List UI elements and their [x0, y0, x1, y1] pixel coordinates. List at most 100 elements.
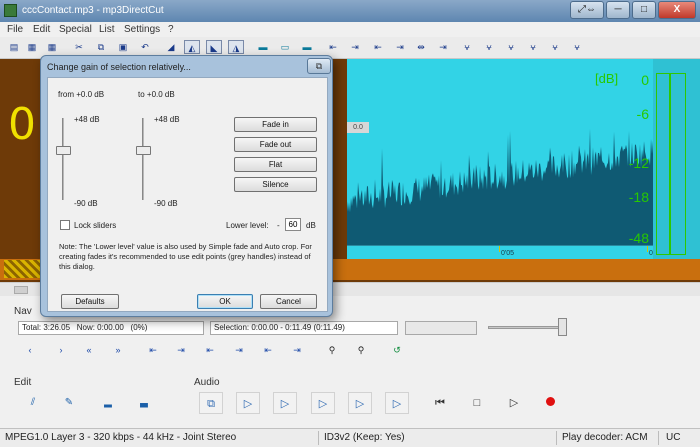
nav-forward-fast-icon[interactable]: »: [107, 342, 129, 358]
menu-settings[interactable]: Settings: [124, 24, 160, 35]
menu-edit[interactable]: Edit: [33, 24, 50, 35]
silence-button[interactable]: Silence: [234, 177, 317, 192]
edit-group-label: Edit: [14, 377, 32, 388]
playhead-marker[interactable]: 0.0: [347, 122, 369, 133]
lower-level-input[interactable]: 60: [285, 218, 301, 231]
menu-file[interactable]: File: [7, 24, 23, 35]
menu-list[interactable]: List: [99, 24, 115, 35]
marker-both-icon[interactable]: ⇹: [413, 40, 429, 54]
play-loop-sel-icon[interactable]: ⧉: [199, 392, 223, 414]
marker-in-icon[interactable]: ⇥: [347, 40, 363, 54]
goto-sel-start-icon[interactable]: ⇤: [199, 342, 221, 358]
change-gain-dialog: Change gain of selection relatively... ⧉…: [40, 55, 333, 317]
save-icon[interactable]: ▦: [24, 40, 40, 54]
close-button[interactable]: X: [658, 1, 696, 19]
edit-cut-region-icon[interactable]: ▃: [133, 394, 155, 412]
goto-next-mark-icon[interactable]: ⇥: [286, 342, 308, 358]
cancel-button[interactable]: Cancel: [260, 294, 317, 309]
cue-prev-icon[interactable]: ⩝: [503, 40, 519, 54]
play-sel-icon[interactable]: ▷: [236, 392, 260, 414]
db-label-0: 0: [641, 72, 649, 88]
edit-pen-icon[interactable]: ✎: [58, 394, 80, 412]
open-icon[interactable]: ▤: [6, 40, 22, 54]
to-slider-track[interactable]: [142, 118, 144, 200]
window-title: cccContact.mp3 - mp3DirectCut: [22, 5, 164, 16]
nav-back-icon[interactable]: ‹: [19, 342, 41, 358]
waveform-path: [347, 128, 653, 245]
fade-out-button[interactable]: Fade out: [234, 137, 317, 152]
from-slider-track[interactable]: [62, 118, 64, 200]
minimize-button[interactable]: ─: [606, 1, 630, 19]
zoom-in-icon[interactable]: ⚲: [321, 342, 343, 358]
undo-icon[interactable]: ↶: [137, 40, 153, 54]
view-wave-icon[interactable]: ▬: [255, 40, 271, 54]
volume-slider-track[interactable]: [488, 326, 566, 329]
marker-next-icon[interactable]: ⇥: [392, 40, 408, 54]
from-slider-thumb[interactable]: [56, 146, 71, 155]
cue-list-icon[interactable]: ⩝: [569, 40, 585, 54]
goto-prev-mark-icon[interactable]: ⇤: [257, 342, 279, 358]
play-from-sel-icon[interactable]: ▷: [273, 392, 297, 414]
flat-button[interactable]: Flat: [234, 157, 317, 172]
lock-sliders-checkbox[interactable]: [60, 220, 70, 230]
loop-icon[interactable]: ↺: [386, 342, 408, 358]
timeline-tick: [647, 246, 648, 252]
marker-jump-icon[interactable]: ⇥: [435, 40, 451, 54]
defaults-button[interactable]: Defaults: [61, 294, 119, 309]
total-time: Total: 3:26.05: [22, 323, 71, 332]
position-display: 0: [8, 99, 36, 150]
dialog-close-button[interactable]: ⧉: [307, 58, 331, 74]
status-bar: MPEG1.0 Layer 3 - 320 kbps - 44 kHz - Jo…: [0, 428, 700, 447]
maximize-button[interactable]: □: [632, 1, 656, 19]
view-full-icon[interactable]: ▬: [299, 40, 315, 54]
app-icon: [4, 4, 17, 17]
cue-remove-icon[interactable]: ⩝: [481, 40, 497, 54]
play-after-sel-icon[interactable]: ▷: [385, 392, 409, 414]
goto-sel-end-icon[interactable]: ⇥: [228, 342, 250, 358]
save-as-icon[interactable]: ▦: [44, 40, 60, 54]
play-to-sel-icon[interactable]: ▷: [348, 392, 372, 414]
fade-in-button[interactable]: Fade in: [234, 117, 317, 132]
menu-special[interactable]: Special: [59, 24, 92, 35]
timeline-tick: [499, 246, 500, 252]
normalize-tool-icon[interactable]: ◮: [228, 40, 244, 54]
selection-region[interactable]: [4, 260, 40, 278]
marker-left-icon[interactable]: ⇤: [325, 40, 341, 54]
zoom-out-icon[interactable]: ⚲: [350, 342, 372, 358]
resize-toggle-button[interactable]: ⤢⇔: [570, 1, 604, 19]
nav-group-label: Nav: [14, 306, 32, 317]
from-min-label: -90 dB: [74, 199, 98, 208]
lower-level-label: Lower level:: [226, 221, 269, 230]
goto-start-icon[interactable]: ⇤: [142, 342, 164, 358]
rewind-icon[interactable]: ⏮: [428, 392, 452, 414]
ok-button[interactable]: OK: [197, 294, 253, 309]
stop-icon[interactable]: □: [465, 392, 489, 414]
play-end-sel-icon[interactable]: ▷: [311, 392, 335, 414]
fade-in-tool-icon[interactable]: ◢: [163, 40, 179, 54]
record-icon[interactable]: [538, 392, 562, 414]
menu-help[interactable]: ?: [168, 24, 174, 35]
edit-split-icon[interactable]: ⫽: [22, 394, 44, 412]
cue-split-icon[interactable]: ⩝: [547, 40, 563, 54]
lower-level-unit: dB: [306, 221, 316, 230]
copy-icon[interactable]: ⧉: [93, 40, 109, 54]
edit-level-icon[interactable]: ▂: [97, 394, 119, 412]
cue-add-icon[interactable]: ⩝: [459, 40, 475, 54]
goto-end-icon[interactable]: ⇥: [170, 342, 192, 358]
nav-forward-icon[interactable]: ›: [50, 342, 72, 358]
nav-back-fast-icon[interactable]: «: [78, 342, 100, 358]
fade-out-tool-icon[interactable]: ◣: [206, 40, 222, 54]
scrollbar-thumb[interactable]: [14, 286, 28, 294]
paste-icon[interactable]: ▣: [115, 40, 131, 54]
marker-set-icon[interactable]: ⇤: [370, 40, 386, 54]
cut-icon[interactable]: ✂: [71, 40, 87, 54]
lock-sliders-label: Lock sliders: [74, 221, 117, 230]
gain-tool-icon[interactable]: ◭: [184, 40, 200, 54]
db-label-18: -18: [628, 189, 649, 205]
to-slider-thumb[interactable]: [136, 146, 151, 155]
db-label-12: -12: [628, 155, 649, 171]
play-icon[interactable]: ▷: [502, 392, 526, 414]
view-zoom-icon[interactable]: ▭: [277, 40, 293, 54]
cue-next-icon[interactable]: ⩝: [525, 40, 541, 54]
volume-slider-thumb[interactable]: [558, 318, 568, 336]
